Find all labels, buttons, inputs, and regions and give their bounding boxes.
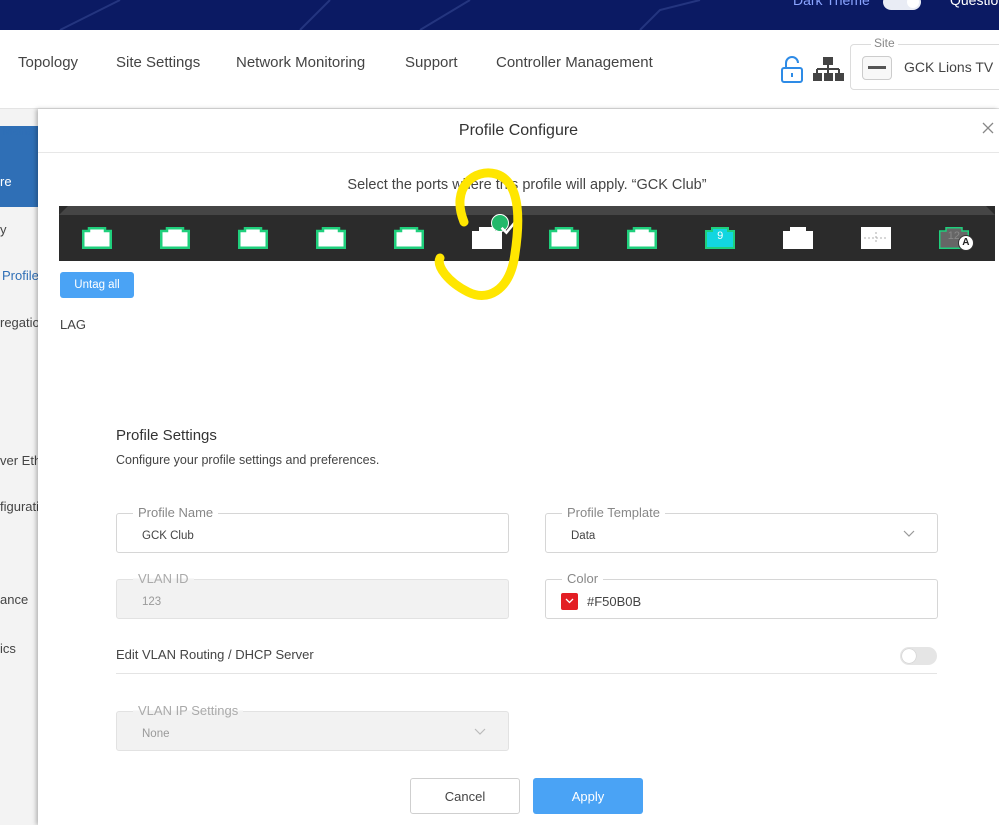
color-swatch[interactable]	[561, 593, 578, 610]
vlan-routing-label: Edit VLAN Routing / DHCP Server	[116, 647, 314, 662]
vlan-ip-settings-value: None	[142, 728, 170, 740]
site-selector[interactable]: Site GCK Lions TV	[850, 36, 999, 90]
switch-port[interactable]	[782, 226, 814, 250]
sidebar-item-active[interactable]: re	[0, 174, 12, 189]
chevron-down-icon	[903, 530, 915, 537]
vlan-id-field: VLAN ID 123	[116, 571, 509, 619]
profile-settings-description: Configure your profile settings and pref…	[116, 453, 380, 467]
switch-port[interactable]: 9	[704, 226, 736, 250]
switch-port[interactable]	[548, 226, 580, 250]
sidebar-item-overview[interactable]: y	[0, 222, 7, 237]
port-icon	[82, 227, 112, 249]
sidebar-item-manage[interactable]: Manag	[2, 123, 40, 138]
port-icon	[315, 227, 346, 249]
switch-port[interactable]	[471, 214, 515, 250]
sidebar-active-highlight	[0, 126, 40, 207]
sidebar-item-aggregation[interactable]: regatio	[0, 315, 40, 330]
profile-name-field[interactable]: Profile Name GCK Club	[116, 505, 509, 553]
port-icon	[393, 227, 424, 249]
modal-header: Profile Configure	[38, 109, 999, 153]
port-icon	[237, 227, 268, 249]
switch-port[interactable]	[237, 226, 269, 250]
select-ports-prompt: Select the ports where this profile will…	[347, 177, 707, 193]
swatch-chevron-icon	[565, 598, 574, 604]
netgear-logo	[862, 56, 892, 80]
apply-button[interactable]: Apply	[533, 778, 643, 814]
chevron-down-icon	[474, 728, 486, 735]
port-icon	[159, 227, 190, 249]
profile-settings-title: Profile Settings	[116, 427, 217, 444]
profile-template-label: Profile Template	[562, 505, 665, 520]
port-icon	[783, 227, 814, 249]
sidebar-item-profile[interactable]: Profile	[2, 268, 39, 283]
profile-configure-modal: Profile Configure Select the ports where…	[38, 109, 999, 825]
switch-port[interactable]	[393, 226, 425, 250]
nav-site-settings[interactable]: Site Settings	[116, 54, 200, 71]
color-value: #F50B0B	[587, 594, 642, 609]
dark-theme-toggle[interactable]	[883, 0, 921, 10]
profile-name-label: Profile Name	[133, 505, 219, 520]
port-badge: A	[957, 235, 974, 251]
switch-port[interactable]	[626, 226, 658, 250]
site-name: GCK Lions TV	[904, 59, 994, 75]
questions-link[interactable]: Question	[950, 0, 999, 8]
nav-topology[interactable]: Topology	[18, 54, 78, 71]
site-label: Site	[871, 36, 898, 50]
sidebar-item-maintenance[interactable]: ance	[0, 592, 28, 607]
port-icon	[627, 227, 658, 249]
nav-controller-management[interactable]: Controller Management	[496, 54, 653, 71]
port-number: 9	[717, 230, 724, 242]
color-label: Color	[562, 571, 604, 586]
close-icon[interactable]	[981, 121, 995, 135]
vlan-ip-settings-select: VLAN IP Settings None	[116, 703, 509, 751]
switch-port[interactable]: 12 A	[938, 226, 974, 251]
vlan-id-label: VLAN ID	[133, 571, 194, 586]
profile-name-value: GCK Club	[142, 530, 194, 542]
sidebar-item-power-ethernet[interactable]: ver Eth	[0, 453, 40, 468]
untag-all-button[interactable]: Untag all	[60, 272, 134, 298]
cancel-button[interactable]: Cancel	[410, 778, 520, 814]
profile-template-value: Data	[571, 530, 596, 542]
switch-port[interactable]	[315, 226, 347, 250]
switch-port[interactable]	[860, 226, 892, 250]
main-nav: Topology Site Settings Network Monitorin…	[0, 30, 999, 109]
switch-port[interactable]	[81, 226, 113, 250]
vlan-routing-toggle[interactable]	[900, 647, 937, 665]
sidebar-item-statistics[interactable]: ics	[0, 641, 16, 656]
switch-faceplate: 9 12 A	[59, 206, 995, 261]
unlock-icon[interactable]	[780, 56, 804, 84]
dark-theme-label: Dark Theme	[793, 0, 870, 8]
modal-title: Profile Configure	[458, 122, 579, 139]
port-icon	[549, 227, 580, 249]
nav-network-monitoring[interactable]: Network Monitoring	[236, 54, 365, 71]
divider	[116, 673, 937, 674]
color-field[interactable]: Color #F50B0B	[545, 571, 938, 619]
faceplate-bevel	[59, 206, 995, 215]
profile-template-select[interactable]: Profile Template Data	[545, 505, 938, 553]
top-banner: Dark Theme Question	[0, 0, 999, 30]
check-icon	[490, 214, 515, 235]
lag-label: LAG	[60, 317, 87, 332]
port-icon	[861, 227, 891, 249]
switch-port[interactable]	[159, 226, 191, 250]
topology-icon[interactable]	[812, 56, 844, 82]
sidebar: Manag re y Profile regatio ver Eth figur…	[0, 109, 40, 825]
sidebar-item-configuration[interactable]: figurati	[0, 499, 39, 514]
vlan-id-value: 123	[142, 596, 162, 608]
vlan-ip-settings-label: VLAN IP Settings	[133, 703, 244, 718]
nav-support[interactable]: Support	[405, 54, 458, 71]
